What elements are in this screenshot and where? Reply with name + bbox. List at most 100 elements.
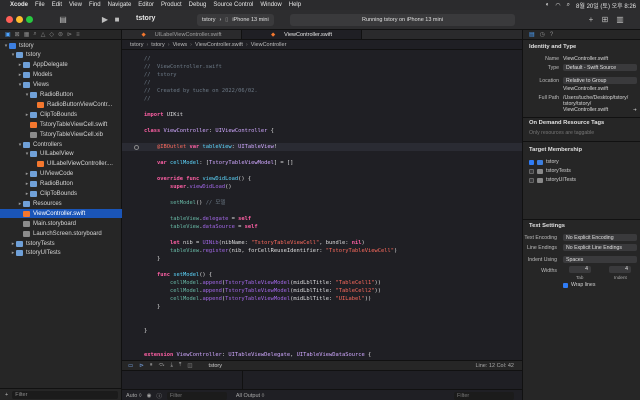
tree-group[interactable]: ▸ ClipToBounds bbox=[0, 190, 122, 199]
history-icon[interactable]: ◷ bbox=[540, 31, 545, 38]
tree-file[interactable]: RadioButtonViewContr... bbox=[0, 100, 122, 109]
inspector-toggle-icon[interactable]: ▥ bbox=[615, 15, 625, 25]
menu-item-view[interactable]: View bbox=[69, 2, 82, 8]
target-membership-row[interactable]: tstoryUITests bbox=[529, 177, 576, 183]
tree-group[interactable]: ▸ Models bbox=[0, 71, 122, 80]
menu-item-product[interactable]: Product bbox=[161, 2, 182, 8]
indent-width-field[interactable]: 4 bbox=[609, 266, 631, 273]
symbol-icon[interactable]: ▦ bbox=[24, 31, 30, 38]
tree-group[interactable]: ▸ RadioButton bbox=[0, 180, 122, 189]
name-field[interactable]: ViewController.swift bbox=[563, 56, 608, 62]
source-control-icon[interactable]: ⊠ bbox=[15, 31, 20, 38]
menu-item-help[interactable]: Help bbox=[289, 2, 301, 8]
menu-item-find[interactable]: Find bbox=[89, 2, 101, 8]
console-filter-input[interactable]: Filter bbox=[454, 391, 514, 400]
jump-bar-item[interactable]: tstory bbox=[130, 42, 143, 48]
jump-bar-item[interactable]: ViewController.swift bbox=[195, 42, 243, 48]
tab-width-field[interactable]: 4 bbox=[569, 266, 591, 273]
menu-item-xcode[interactable]: Xcode bbox=[10, 2, 28, 8]
add-file-icon[interactable]: + bbox=[5, 392, 8, 398]
editor-layout-icon[interactable]: ⊞ bbox=[600, 15, 610, 25]
test-icon[interactable]: ◇ bbox=[49, 31, 54, 38]
stop-button[interactable]: ■ bbox=[112, 15, 122, 25]
find-icon[interactable]: ⌕ bbox=[33, 31, 36, 38]
tree-group[interactable]: ▸ tstoryUITests bbox=[0, 249, 122, 258]
hide-debug-area-icon[interactable]: ▭ bbox=[128, 363, 133, 369]
eye-icon[interactable]: ◉ bbox=[147, 393, 152, 399]
scheme-selector[interactable]: tstory › ▯ iPhone 13 mini bbox=[197, 14, 274, 26]
folder-icon[interactable]: ▣ bbox=[5, 31, 11, 38]
console-divider[interactable] bbox=[242, 371, 243, 389]
indent-using-select[interactable]: Spaces bbox=[563, 256, 637, 263]
checkbox-unchecked-icon[interactable] bbox=[529, 177, 534, 183]
menu-clock[interactable]: 8월 20일 (토) 오후 8:26 bbox=[576, 1, 636, 10]
tree-group[interactable]: ▾ Views bbox=[0, 81, 122, 90]
target-membership-row[interactable]: tstoryTests bbox=[529, 168, 571, 174]
menu-item-file[interactable]: File bbox=[35, 2, 45, 8]
menu-item-window[interactable]: Window bbox=[260, 2, 281, 8]
variables-mode-select[interactable]: Auto ◊ bbox=[126, 393, 142, 399]
outlet-connection-icon[interactable] bbox=[134, 144, 139, 150]
step-in-icon[interactable]: ⤓ bbox=[170, 362, 172, 369]
menu-item-edit[interactable]: Edit bbox=[52, 2, 62, 8]
tree-group[interactable]: ▸ Resources bbox=[0, 199, 122, 208]
library-plus-icon[interactable]: + bbox=[586, 15, 596, 25]
quick-help-icon[interactable]: ? bbox=[550, 32, 553, 38]
tree-group[interactable]: ▸ ClipToBounds bbox=[0, 110, 122, 119]
tree-file[interactable]: UILabelViewController.... bbox=[0, 160, 122, 169]
target-membership-row[interactable]: tstory bbox=[529, 159, 559, 165]
tree-group[interactable]: ▸ tstoryTests bbox=[0, 239, 122, 248]
wifi-icon[interactable]: ◠ bbox=[555, 2, 560, 9]
checkbox-unchecked-icon[interactable] bbox=[529, 168, 534, 174]
variables-filter-input[interactable]: Filter bbox=[166, 391, 227, 400]
breakpoints-toggle-icon[interactable]: ⊳ bbox=[139, 363, 144, 369]
tree-group[interactable]: ▾ tstory bbox=[0, 51, 122, 60]
tree-file[interactable]: LaunchScreen.storyboard bbox=[0, 229, 122, 238]
report-icon[interactable]: ≡ bbox=[76, 32, 80, 38]
odr-tags-field[interactable]: Only resources are taggable bbox=[529, 130, 594, 136]
tree-group[interactable]: ▾ tstory bbox=[0, 41, 122, 50]
tree-group[interactable]: ▾ RadioButton bbox=[0, 91, 122, 100]
jump-bar-item[interactable]: Views bbox=[173, 42, 188, 48]
info-icon[interactable]: ⓘ bbox=[156, 392, 162, 400]
close-window-button[interactable] bbox=[6, 16, 13, 23]
encoding-select[interactable]: No Explicit Encoding bbox=[563, 234, 637, 241]
wrap-lines-checkbox[interactable]: Wrap lines bbox=[563, 282, 595, 288]
menu-item-source-control[interactable]: Source Control bbox=[213, 2, 253, 8]
menu-item-navigate[interactable]: Navigate bbox=[108, 2, 132, 8]
sidebar-toggle-icon[interactable]: ▤ bbox=[58, 15, 68, 25]
menu-item-debug[interactable]: Debug bbox=[189, 2, 207, 8]
menu-item-editor[interactable]: Editor bbox=[138, 2, 154, 8]
step-over-icon[interactable]: ⤼ bbox=[159, 362, 165, 369]
tree-file[interactable]: Main.storyboard bbox=[0, 219, 122, 228]
type-select[interactable]: Default - Swift Source bbox=[563, 64, 637, 71]
search-icon[interactable]: ⌕ bbox=[567, 2, 570, 9]
issue-icon[interactable]: △ bbox=[41, 31, 46, 38]
control-center-icon[interactable]: ◐ bbox=[546, 2, 550, 8]
tree-group[interactable]: ▾ UILabelView bbox=[0, 150, 122, 159]
tree-file[interactable]: ViewController.swift bbox=[0, 209, 122, 219]
line-endings-select[interactable]: No Explicit Line Endings bbox=[563, 244, 637, 251]
tree-file[interactable]: TstoryTableViewCell.xib bbox=[0, 130, 122, 139]
minimize-window-button[interactable] bbox=[16, 16, 23, 23]
zoom-window-button[interactable] bbox=[26, 16, 33, 23]
navigator-filter-input[interactable]: Filter bbox=[12, 390, 118, 399]
breakpoint-icon[interactable]: ⊳ bbox=[67, 31, 72, 38]
tree-file[interactable]: TstoryTableViewCell.swift bbox=[0, 120, 122, 129]
code-area[interactable]: // // ViewController.swift // tstory // // C… bbox=[122, 51, 522, 360]
pause-icon[interactable]: ⏸ bbox=[150, 362, 153, 369]
tree-group[interactable]: ▾ Controllers bbox=[0, 140, 122, 149]
run-button[interactable]: ▶ bbox=[100, 15, 110, 25]
step-out-icon[interactable]: ⤒ bbox=[179, 362, 181, 369]
reveal-in-finder-icon[interactable]: ➜ bbox=[633, 107, 637, 113]
tree-group[interactable]: ▸ UIViewCode bbox=[0, 170, 122, 179]
editor-tab[interactable]: ◆ UILabelViewController.swift bbox=[122, 30, 242, 39]
location-select[interactable]: Relative to Group bbox=[563, 77, 637, 84]
jump-bar-item[interactable]: ViewController bbox=[251, 42, 287, 48]
jump-bar-item[interactable]: tstory bbox=[151, 42, 164, 48]
debug-icon[interactable]: ⊜ bbox=[58, 31, 63, 38]
file-inspector-icon[interactable]: ▤ bbox=[529, 31, 535, 38]
output-mode-select[interactable]: All Output ◊ bbox=[236, 393, 264, 399]
checkbox-checked-icon[interactable] bbox=[529, 159, 534, 165]
tree-group[interactable]: ▸ AppDelegate bbox=[0, 61, 122, 70]
